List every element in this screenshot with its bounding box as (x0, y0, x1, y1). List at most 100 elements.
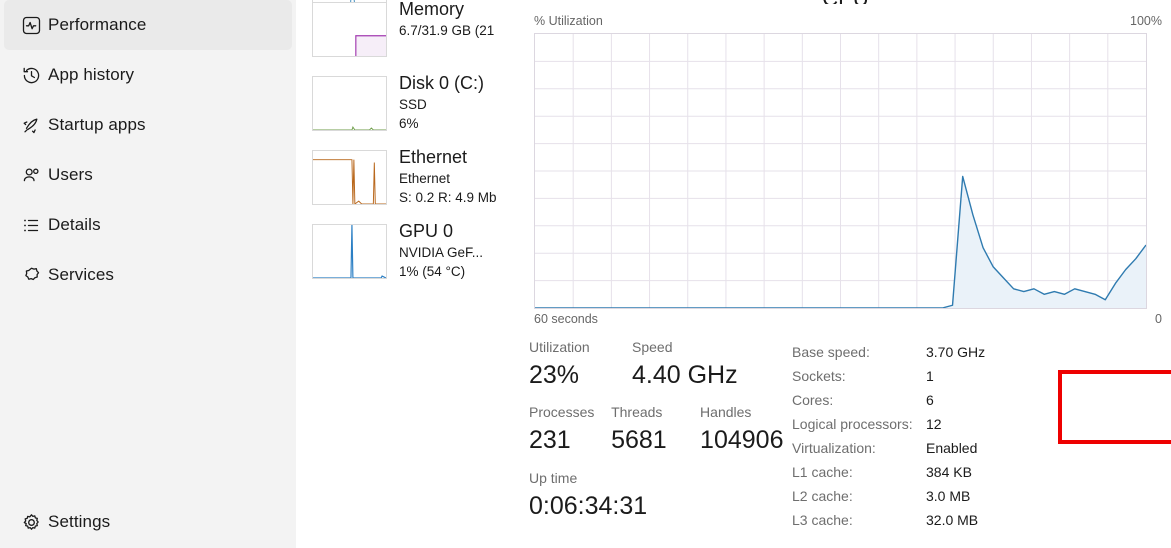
sidebar-item-performance[interactable]: Performance (4, 0, 292, 50)
info-logical-processors: Logical processors: 12 (792, 416, 1082, 440)
graph-y-axis-label: % Utilization (534, 14, 603, 28)
resource-sub2: S: 0.2 R: 4.9 Mb (399, 190, 497, 205)
info-virtualization: Virtualization: Enabled (792, 440, 1082, 464)
stat-value: 4.40 GHz (632, 361, 738, 389)
stat-value: 0:06:34:31 (529, 492, 648, 520)
resource-item-ethernet[interactable]: Ethernet Ethernet S: 0.2 R: 4.9 Mb (296, 146, 520, 220)
memory-thumbnail-graph (312, 2, 387, 57)
page-title: CPU (520, 0, 1171, 4)
graph-y-axis-max: 100% (1130, 14, 1162, 28)
stat-label: Threads (611, 404, 663, 420)
stat-label: Up time (529, 470, 578, 486)
stat-uptime: Up time 0:06:34:31 (529, 467, 647, 523)
info-cores: Cores: 6 (792, 392, 1082, 416)
info-value: 3.70 GHz (926, 344, 986, 360)
resource-sub2: 6% (399, 116, 419, 131)
stat-processes: Processes 231 (529, 401, 611, 457)
resource-sub1: SSD (399, 97, 427, 112)
task-manager-window: Performance App history Startup apps Use… (0, 0, 1171, 548)
stat-speed: Speed 4.40 GHz (632, 336, 742, 392)
resource-sub1: Ethernet (399, 171, 451, 186)
info-key: L2 cache: (792, 488, 853, 504)
info-value: Enabled (926, 440, 978, 456)
stat-threads: Threads 5681 (611, 401, 700, 457)
services-icon (14, 265, 48, 286)
info-l3-cache: L3 cache: 32.0 MB (792, 512, 1082, 536)
stat-label: Handles (700, 404, 752, 420)
sidebar-nav-list: Performance App history Startup apps Use… (0, 0, 296, 300)
info-sockets: Sockets: 1 (792, 368, 1082, 392)
cpu-utilization-graph[interactable] (534, 33, 1147, 309)
cpu-detail-panel: CPU % Utilization 100% 60 seconds 0 Util… (520, 0, 1171, 548)
users-icon (14, 165, 48, 186)
sidebar-item-app-history[interactable]: App history (4, 50, 292, 100)
history-icon (14, 65, 48, 86)
info-key: L3 cache: (792, 512, 853, 528)
resource-title: Ethernet (399, 147, 468, 167)
sidebar-item-label: Details (48, 215, 101, 234)
stat-value: 104906 (700, 426, 784, 454)
stat-handles: Handles 104906 (700, 401, 791, 457)
resource-item-text: Ethernet Ethernet S: 0.2 R: 4.9 Mb (387, 146, 497, 207)
stat-value: 5681 (611, 426, 667, 454)
sidebar: Performance App history Startup apps Use… (0, 0, 296, 548)
info-l2-cache: L2 cache: 3.0 MB (792, 488, 1082, 512)
resource-sub2: 1% (54 °C) (399, 264, 466, 279)
stat-utilization: Utilization 23% (529, 336, 632, 392)
disk-thumbnail-graph (312, 76, 387, 131)
sidebar-item-details[interactable]: Details (4, 200, 292, 250)
gpu-thumbnail-graph (312, 224, 387, 279)
info-key: Base speed: (792, 344, 870, 360)
graph-footer: 60 seconds 0 (534, 312, 1162, 326)
stat-value: 231 (529, 426, 571, 454)
info-value: 6 (926, 392, 934, 408)
rocket-icon (14, 115, 48, 136)
ethernet-thumbnail-graph (312, 150, 387, 205)
resource-list[interactable]: CPU 23% 4.40 GHz Memory 6.7/31.9 GB (21 (296, 0, 520, 548)
cpu-stats: Utilization 23% Speed 4.40 GHz Processes… (520, 336, 1171, 548)
stat-label: Speed (632, 339, 673, 355)
graph-header: % Utilization 100% (534, 14, 1162, 28)
info-key: Logical processors: (792, 416, 913, 432)
resource-title: Disk 0 (C:) (399, 73, 484, 93)
resource-item-text: GPU 0 NVIDIA GeF... 1% (54 °C) (387, 220, 483, 281)
sidebar-item-settings[interactable]: Settings (4, 496, 292, 548)
info-value: 12 (926, 416, 942, 432)
sidebar-item-startup-apps[interactable]: Startup apps (4, 100, 292, 150)
resource-item-text: Disk 0 (C:) SSD 6% (387, 72, 484, 133)
sidebar-item-users[interactable]: Users (4, 150, 292, 200)
info-value: 3.0 MB (926, 488, 971, 504)
cpu-utilization-chart (535, 34, 1146, 308)
cpu-stats-details: Base speed: 3.70 GHz Sockets: 1 Cores: 6… (792, 344, 1171, 536)
info-value: 1 (926, 368, 934, 384)
list-icon (14, 215, 48, 236)
sidebar-item-label: Performance (48, 15, 147, 34)
gear-icon (14, 512, 48, 533)
info-l1-cache: L1 cache: 384 KB (792, 464, 1082, 488)
performance-icon (14, 15, 48, 36)
sidebar-item-label: Services (48, 265, 114, 284)
sidebar-item-label: Startup apps (48, 115, 146, 134)
stat-row: Up time 0:06:34:31 (529, 467, 791, 523)
resource-item-disk0[interactable]: Disk 0 (C:) SSD 6% (296, 72, 520, 146)
info-key: Cores: (792, 392, 834, 408)
info-base-speed: Base speed: 3.70 GHz (792, 344, 1082, 368)
sidebar-item-services[interactable]: Services (4, 250, 292, 300)
stat-label: Processes (529, 404, 595, 420)
sidebar-item-label: App history (48, 65, 135, 84)
cpu-stats-primary: Utilization 23% Speed 4.40 GHz Processes… (529, 336, 791, 523)
stat-row: Utilization 23% Speed 4.40 GHz (529, 336, 791, 392)
info-value: 32.0 MB (926, 512, 979, 528)
stat-label: Utilization (529, 339, 590, 355)
graph-x-axis-zero: 0 (1155, 312, 1162, 326)
resource-item-text: Memory 6.7/31.9 GB (21 (387, 0, 494, 40)
info-key: Virtualization: (792, 440, 876, 456)
stat-value: 23% (529, 361, 580, 389)
sidebar-item-label: Users (48, 165, 93, 184)
resource-item-memory[interactable]: Memory 6.7/31.9 GB (21 (296, 0, 520, 72)
stat-row: Processes 231 Threads 5681 Handles 10490… (529, 401, 791, 457)
resource-sub1: 6.7/31.9 GB (21 (399, 23, 495, 38)
sidebar-item-label: Settings (48, 512, 111, 531)
resource-item-gpu0[interactable]: GPU 0 NVIDIA GeF... 1% (54 °C) (296, 220, 520, 294)
info-value: 384 KB (926, 464, 972, 480)
